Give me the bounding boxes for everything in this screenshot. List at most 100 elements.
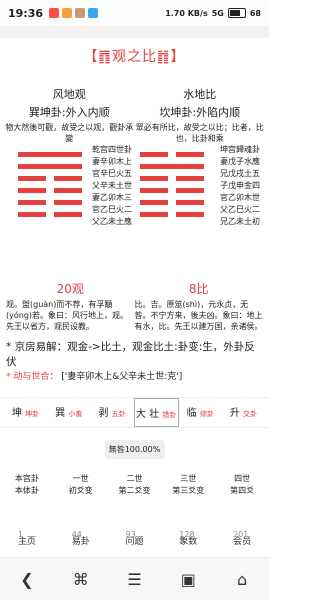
tab-lin[interactable]: 临 综卦	[179, 398, 222, 427]
left-section-text: 观。盥(guàn)而不荐，有孚顒(yóng)若。象曰：风行地上，观。先王以省方，…	[6, 300, 129, 331]
gua-row: 风地观 巽坤卦:外入内顺 物大然後可觀，故受之以观，觀卦承變 水地比 坎坤卦:外…	[0, 86, 269, 144]
yao-line: 子戊申金四	[220, 181, 260, 190]
nav-question[interactable]: 93 问题	[125, 530, 143, 547]
signal-text: 1.70 KB/s	[165, 8, 208, 18]
grid-cell[interactable]: 四世 第四爻	[215, 473, 269, 497]
right-section: 8比 比。吉。原筮(shì)，元永贞，无咎。不宁方来，後夫凶。象曰：地上有水，比…	[134, 282, 264, 332]
battery-text: 68	[249, 8, 261, 18]
stack-icon[interactable]: ☰	[119, 564, 149, 594]
main-content: 【䷓观之比䷇】 风地观 巽坤卦:外入内顺 物大然後可觀，故受之以观，觀卦承變 水…	[0, 26, 269, 558]
nav-xiangshu[interactable]: 128 象数	[179, 530, 197, 547]
right-yao-list: 坤宫歸魂卦 妻戊子水應 兄戊戌土五 子戊申金四 官乙卯木世 父乙巳火二 兄乙未土…	[220, 144, 269, 228]
left-gua-desc: 物大然後可觀，故受之以观，觀卦承變	[5, 123, 134, 143]
yao-line: 乾宫四世卦	[92, 145, 132, 154]
hexagram-line	[18, 200, 46, 205]
nav-home[interactable]: 1 主页	[18, 530, 36, 547]
left-gua-name: 风地观	[52, 88, 86, 101]
yao-line: 兄乙未土初	[220, 217, 260, 226]
tab-small: 交卦	[243, 410, 258, 418]
hexagram-line	[18, 164, 82, 169]
right-section-header: 8比	[188, 282, 209, 296]
tab-label: 巽	[55, 408, 66, 419]
yao-line: 妻戊子水應	[220, 157, 260, 166]
top-strip	[0, 26, 269, 38]
nav-badge: 201	[233, 529, 249, 539]
left-gua: 风地观 巽坤卦:外入内顺 物大然後可觀，故受之以观，觀卦承變	[4, 86, 135, 144]
hexagram-line	[176, 188, 204, 193]
tab-small: 小畜	[68, 410, 83, 418]
yao-line: 坤宫歸魂卦	[220, 145, 260, 154]
hexagram-area: 乾宫四世卦 妻辛卯木上 官辛巳火五 父辛未土世 妻乙卯木三 官乙巳火二 父乙未土…	[0, 144, 269, 274]
tip-dong-value: ['妻辛卯木上&父辛未土世:克']	[61, 372, 183, 382]
apps-icon[interactable]: ⌘	[66, 564, 96, 594]
tab-label: 升	[229, 408, 240, 419]
network-text: 5G	[211, 8, 224, 18]
tab-sheng[interactable]: 升 交卦	[222, 398, 265, 427]
sections: 20观 观。盥(guàn)而不荐，有孚顒(yóng)若。象曰：风行地上，观。先王…	[0, 282, 269, 332]
tab-kun[interactable]: 坤 坤卦	[4, 398, 47, 427]
tab-label: 剥	[98, 408, 109, 419]
yao-line: 父辛未土世	[92, 181, 132, 190]
tab-small: 错卦	[162, 411, 177, 419]
left-section: 20观 观。盥(guàn)而不荐，有孚顒(yóng)若。象曰：风行地上，观。先王…	[6, 282, 135, 332]
hexagram-line	[176, 152, 204, 157]
tab-label: 临	[186, 408, 197, 419]
yao-line: 官辛巳火五	[92, 169, 132, 178]
status-pill: 無咎100.00%	[104, 440, 165, 459]
hexagram-line	[176, 212, 204, 217]
hexagram-line	[18, 176, 46, 181]
yao-line: 官乙卯木世	[220, 193, 260, 202]
tip-jingfang: * 京房易解：观金->比土，观金比土:卦变:生，外卦反伏	[6, 341, 255, 368]
status-right: 1.70 KB/s 5G 68	[165, 8, 261, 18]
gua-tabs: 坤 坤卦 巽 小畜 剥 五卦 大 壮 错卦 临 综卦 升 交卦	[0, 397, 269, 428]
grid-cell[interactable]: 一世 初爻变	[54, 473, 108, 497]
hexagram-line	[54, 200, 82, 205]
tab-small: 综卦	[199, 410, 214, 418]
yao-line: 父乙未土應	[92, 217, 132, 226]
right-gua-desc: 眾必有所比，故受之以比；比者，比也，比卦和乘	[135, 123, 264, 143]
yao-line: 妻辛卯木上	[92, 157, 132, 166]
right-section-text: 比。吉。原筮(shì)，元永贞，无咎。不宁方来，後夫凶。象曰：地上有水，比。先王…	[134, 300, 263, 331]
nav-badge: 93	[125, 529, 136, 539]
yao-line: 父乙巳火二	[220, 205, 260, 214]
hexagram-line	[54, 188, 82, 193]
tip-dong: * 动与世合： ['妻辛卯木上&父辛未土世:克']	[6, 370, 263, 385]
hexagram-line	[176, 176, 204, 181]
grid-cell[interactable]: 三世 第三爻变	[161, 473, 215, 497]
tab-small: 五卦	[111, 410, 126, 418]
left-section-header: 20观	[56, 282, 84, 296]
right-gua-sub: 坎坤卦:外陷内顺	[159, 106, 241, 119]
right-gua-name: 水地比	[183, 88, 217, 101]
hexagram-line	[54, 212, 82, 217]
left-yao-list: 乾宫四世卦 妻辛卯木上 官辛巳火五 父辛未土世 妻乙卯木三 官乙巳火二 父乙未土…	[92, 144, 172, 228]
back-icon[interactable]: ❮	[12, 564, 42, 594]
tips: * 京房易解：观金->比土，观金比土:卦变:生，外卦反伏 * 动与世合： ['妻…	[0, 340, 269, 385]
nav-badge: 128	[179, 529, 195, 539]
tip-dong-label: * 动与世合：	[6, 372, 59, 382]
tab-xun[interactable]: 巽 小畜	[47, 398, 90, 427]
hexagram-line	[18, 188, 46, 193]
yao-line: 妻乙卯木三	[92, 193, 132, 202]
page-title: 【䷓观之比䷇】	[83, 49, 186, 65]
tab-label: 坤	[11, 408, 22, 419]
system-nav: ❮ ⌘ ☰ ▣ ⌂	[0, 557, 269, 600]
grid-cell[interactable]: 二世 第二爻变	[108, 473, 162, 497]
yao-line: 兄戊戌土五	[220, 169, 260, 178]
left-gua-sub: 巽坤卦:外入内顺	[28, 106, 110, 119]
nav-member[interactable]: 201 会员	[233, 530, 251, 547]
tab-dazhuang[interactable]: 大 壮 错卦	[133, 398, 179, 427]
home-icon[interactable]: ⌂	[227, 564, 257, 594]
tab-label: 大 壮	[135, 409, 160, 420]
grid-cell[interactable]: 本宫卦 本体卦	[0, 473, 54, 497]
hexagram-line	[176, 200, 204, 205]
nav-gua[interactable]: 44 易卦	[72, 530, 90, 547]
one-icon[interactable]: ▣	[173, 564, 203, 594]
hexagram-line	[18, 212, 46, 217]
status-app-icons	[49, 8, 99, 18]
right-gua: 水地比 坎坤卦:外陷内顺 眾必有所比，故受之以比；比者，比也，比卦和乘	[135, 86, 266, 144]
status-bar: 19:36 1.70 KB/s 5G 68	[0, 0, 269, 26]
tab-bo[interactable]: 剥 五卦	[90, 398, 133, 427]
hexagram-line	[54, 176, 82, 181]
battery-icon	[227, 8, 246, 18]
nav-badge: 1	[17, 529, 23, 539]
